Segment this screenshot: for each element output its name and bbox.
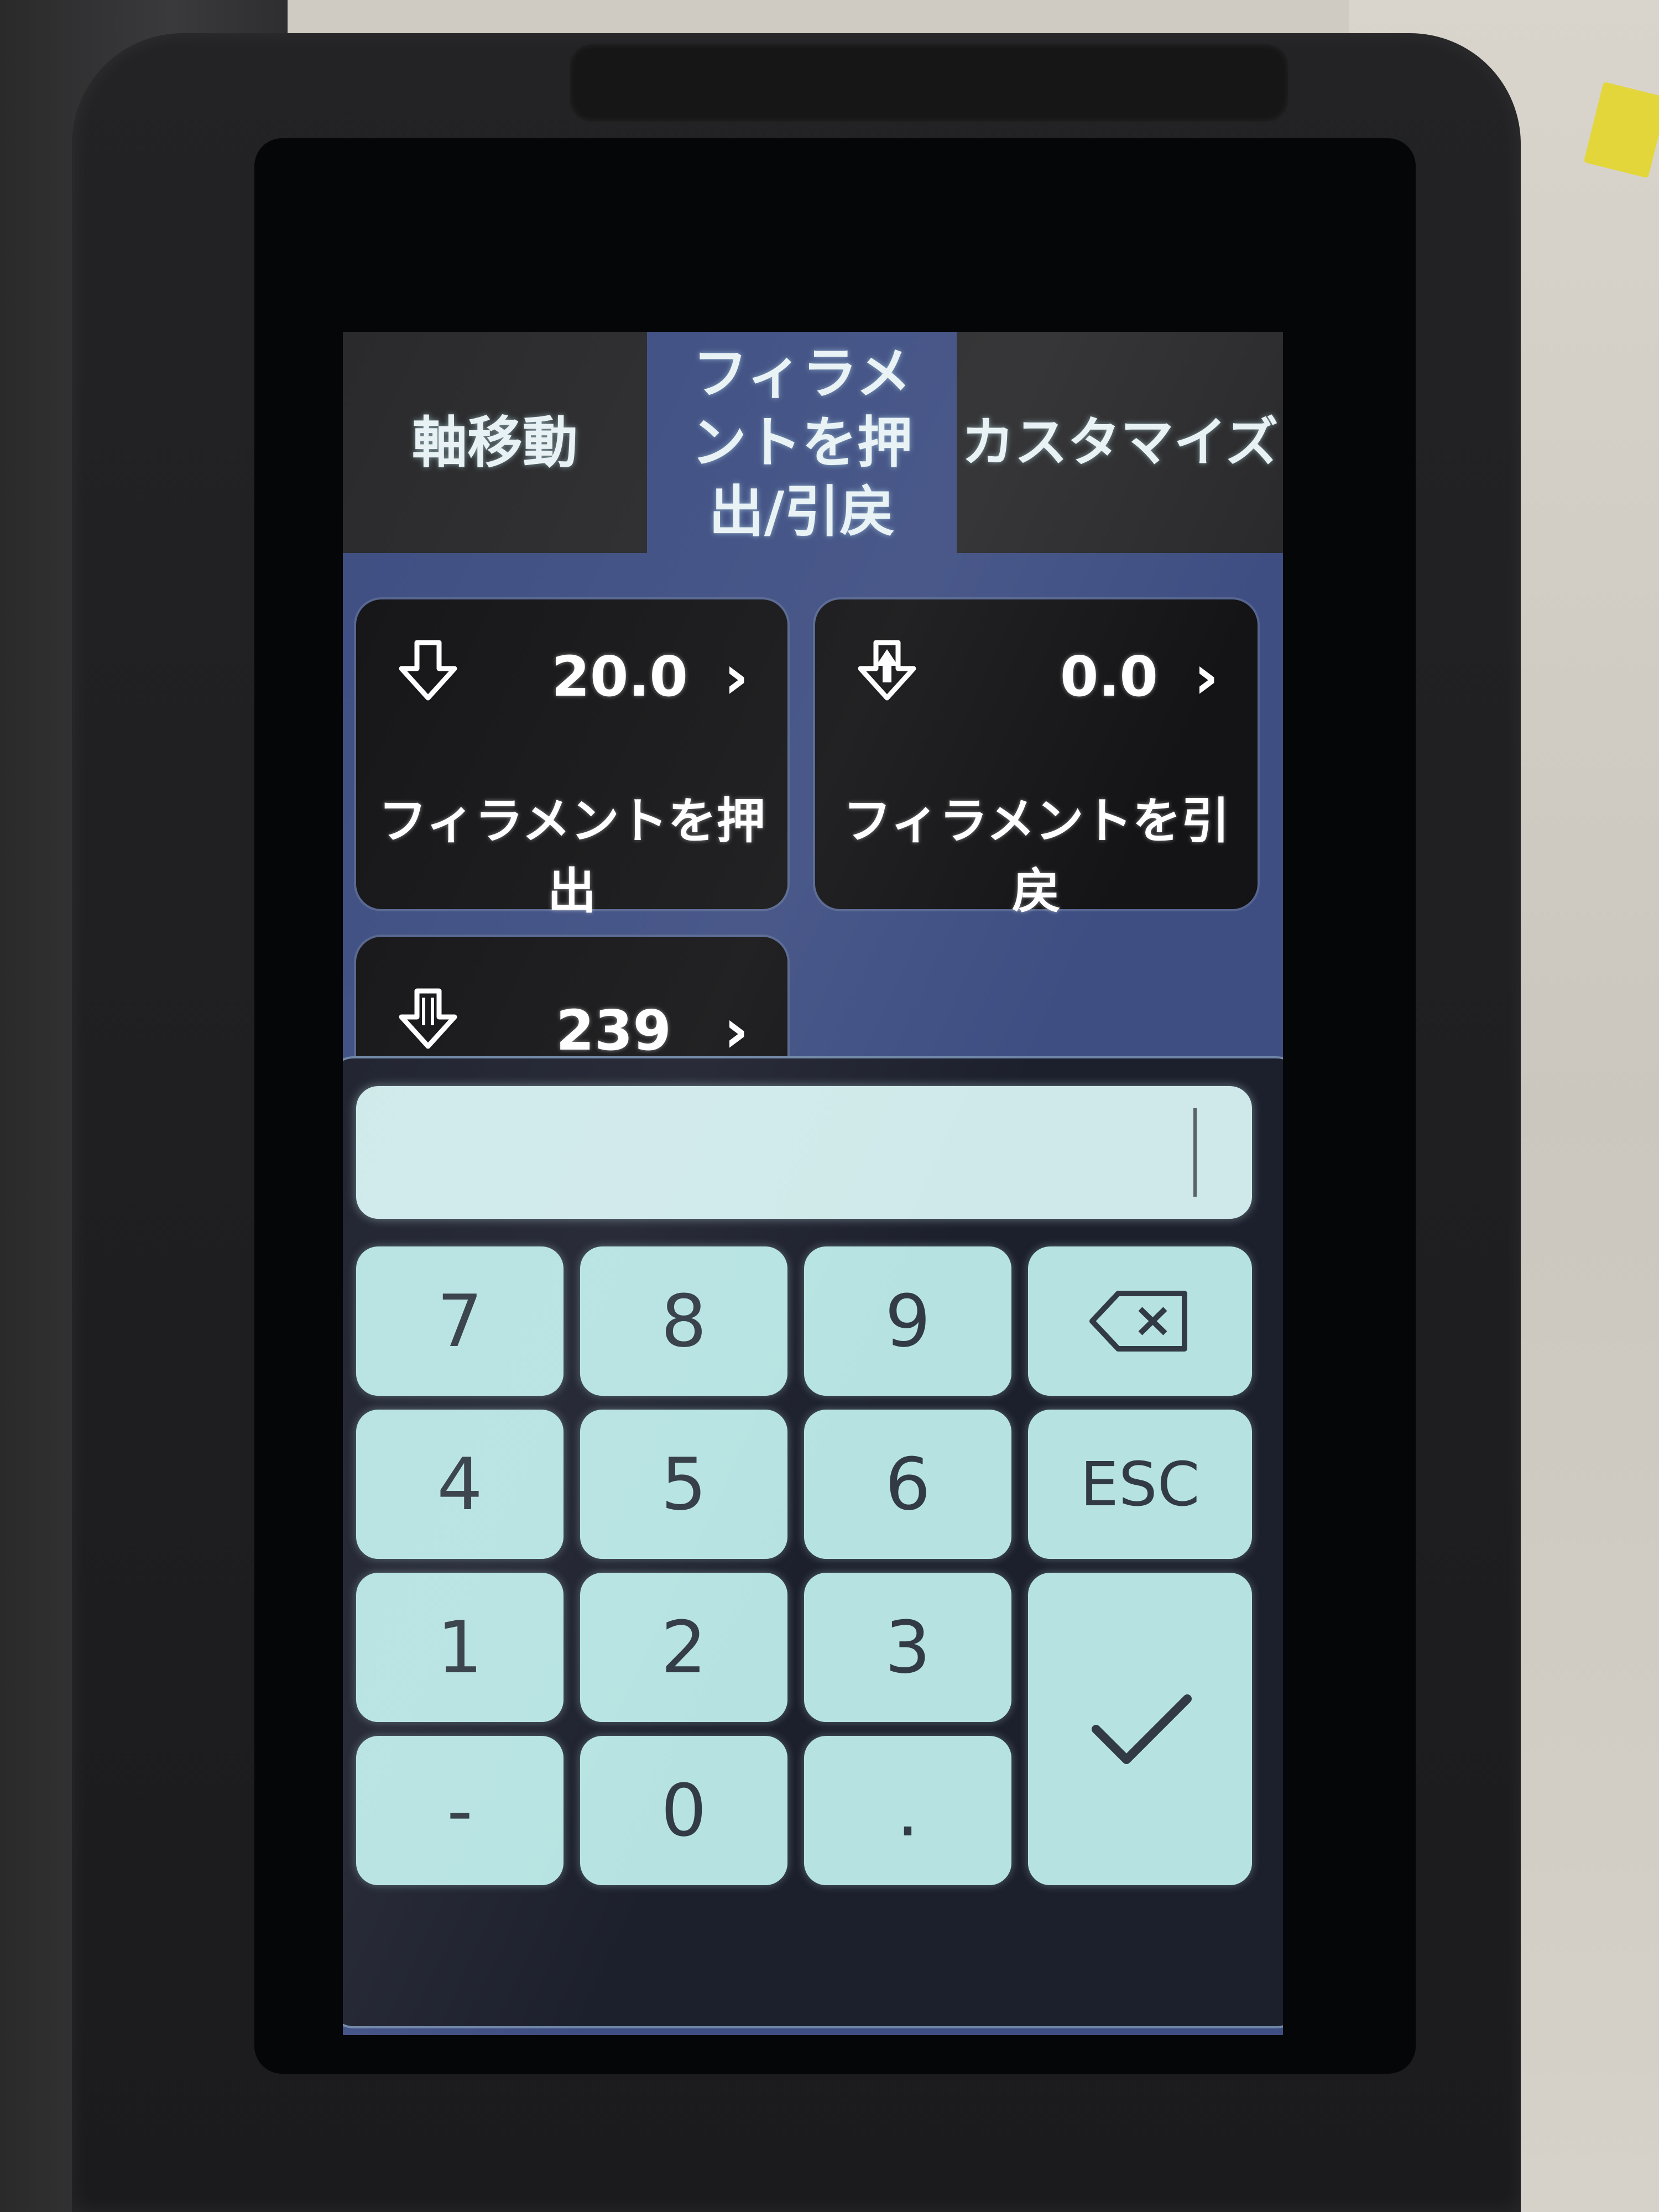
key-8[interactable]: 8 bbox=[580, 1246, 787, 1396]
minus-key[interactable]: - bbox=[356, 1736, 564, 1885]
tab-filament-label: フィラメントを押出/引戻 bbox=[691, 341, 912, 544]
key-2[interactable]: 2 bbox=[580, 1573, 787, 1722]
backspace-icon bbox=[1089, 1291, 1187, 1352]
numeric-keypad: 7 8 9 4 5 6 ESC 1 2 3 - 0 . bbox=[343, 1056, 1283, 2028]
tab-customize[interactable]: カスタマイズ bbox=[957, 332, 1283, 553]
extrude-chevron-icon: › bbox=[723, 641, 749, 712]
extrude-value: 20.0 bbox=[551, 644, 688, 709]
extrude-label: フィラメントを押出 bbox=[378, 792, 765, 920]
device-notch bbox=[570, 44, 1288, 122]
esc-button[interactable]: ESC bbox=[1028, 1410, 1252, 1559]
checkmark-icon bbox=[1091, 1694, 1192, 1764]
retract-label: フィラメントを引戻 bbox=[843, 792, 1230, 920]
key-6[interactable]: 6 bbox=[804, 1410, 1011, 1559]
touch-screen: 軸移動 フィラメントを押出/引戻 カスタマイズ 20.0 › フィラメントを押出… bbox=[343, 332, 1283, 2035]
keypad-input-field[interactable] bbox=[356, 1086, 1252, 1219]
key-1[interactable]: 1 bbox=[356, 1573, 564, 1722]
tab-filament-extrude-retract[interactable]: フィラメントを押出/引戻 bbox=[647, 332, 957, 553]
key-0[interactable]: 0 bbox=[580, 1736, 787, 1885]
key-3[interactable]: 3 bbox=[804, 1573, 1011, 1722]
extrude-down-arrow-icon bbox=[399, 640, 457, 701]
retract-value: 0.0 bbox=[1060, 644, 1158, 709]
backspace-button[interactable] bbox=[1028, 1246, 1252, 1396]
key-9[interactable]: 9 bbox=[804, 1246, 1011, 1396]
retract-chevron-icon: › bbox=[1193, 641, 1219, 712]
tab-axis-move-label: 軸移動 bbox=[412, 410, 578, 475]
key-7[interactable]: 7 bbox=[356, 1246, 564, 1396]
text-cursor bbox=[1193, 1108, 1197, 1197]
extrude-card[interactable]: 20.0 › フィラメントを押出 bbox=[354, 597, 790, 920]
tab-customize-label: カスタマイズ bbox=[961, 411, 1279, 473]
retract-arrows-icon bbox=[858, 640, 916, 701]
retract-card[interactable]: 0.0 › フィラメントを引戻 bbox=[813, 597, 1260, 920]
tab-axis-move[interactable]: 軸移動 bbox=[343, 332, 647, 553]
decimal-point-key[interactable]: . bbox=[804, 1736, 1011, 1885]
temperature-arrow-icon bbox=[399, 988, 457, 1049]
confirm-button[interactable] bbox=[1028, 1573, 1252, 1885]
key-4[interactable]: 4 bbox=[356, 1410, 564, 1559]
tab-bar: 軸移動 フィラメントを押出/引戻 カスタマイズ bbox=[343, 332, 1283, 553]
key-5[interactable]: 5 bbox=[580, 1410, 787, 1559]
